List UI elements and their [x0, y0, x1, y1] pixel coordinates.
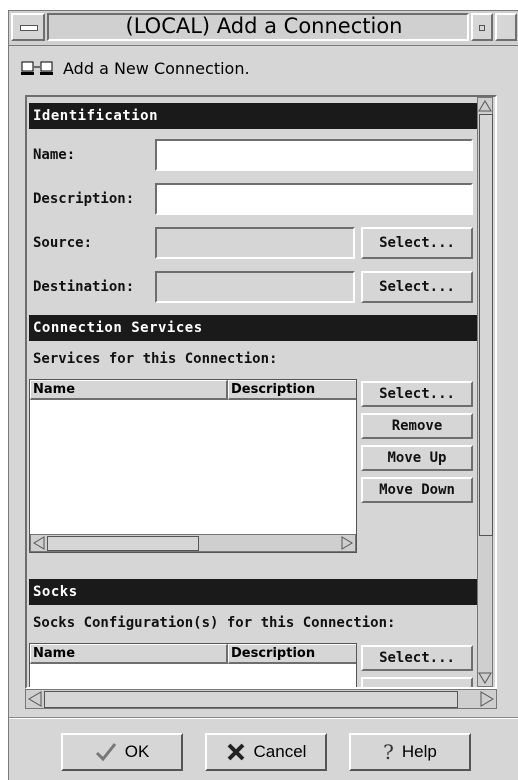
scroll-up-icon[interactable] — [478, 99, 492, 113]
socks-col-name[interactable]: Name — [30, 644, 228, 664]
socks-subtitle: Socks Configuration(s) for this Connecti… — [33, 615, 396, 631]
services-remove-button[interactable]: Remove — [361, 413, 473, 439]
minimize-button[interactable] — [471, 13, 493, 41]
window-menu-icon — [20, 25, 38, 31]
help-label: Help — [401, 742, 437, 761]
panel-vscrollbar[interactable] — [477, 97, 493, 687]
services-move-up-button[interactable]: Move Up — [361, 445, 473, 471]
source-label: Source: — [33, 235, 93, 251]
minimize-icon — [479, 25, 485, 31]
destination-select-button[interactable]: Select... — [361, 271, 473, 303]
description-label: Description: — [33, 191, 135, 207]
source-field — [155, 227, 355, 259]
ok-button[interactable]: OK — [61, 733, 183, 771]
name-label: Name: — [33, 147, 76, 163]
destination-label: Destination: — [33, 279, 135, 295]
header-text: Add a New Connection. — [63, 59, 250, 78]
dialog-window: (LOCAL) Add a Connection Add a New Conne… — [8, 10, 518, 780]
network-computers-icon — [21, 61, 53, 75]
ok-label: OK — [124, 742, 150, 761]
description-field[interactable] — [155, 183, 473, 215]
footer-separator — [9, 717, 518, 719]
scroll-down-icon[interactable] — [478, 671, 492, 685]
socks-list[interactable]: Name Description — [29, 643, 357, 687]
form-panel: Identification Name: Description: Source… — [27, 97, 493, 687]
checkmark-icon — [95, 743, 116, 762]
services-list[interactable]: Name Description — [29, 379, 357, 553]
connection-services-section-header: Connection Services — [29, 315, 477, 341]
dialog-header: Add a New Connection. — [21, 59, 501, 83]
question-mark-icon: ? — [383, 740, 394, 764]
services-col-description[interactable]: Description — [228, 380, 356, 400]
scroll-left-icon[interactable] — [32, 536, 46, 550]
socks-next-button[interactable] — [361, 677, 473, 687]
title-bar: (LOCAL) Add a Connection — [9, 11, 518, 46]
socks-select-button[interactable]: Select... — [361, 645, 473, 671]
maximize-button[interactable] — [495, 13, 517, 41]
window-menu-button[interactable] — [11, 13, 45, 41]
services-select-button[interactable]: Select... — [361, 381, 473, 407]
cancel-label: Cancel — [253, 742, 307, 761]
window-title: (LOCAL) Add a Connection — [125, 14, 403, 38]
scroll-right-icon[interactable] — [479, 691, 495, 707]
source-select-button[interactable]: Select... — [361, 227, 473, 259]
panel-vscroll-thumb[interactable] — [479, 114, 493, 536]
identification-section-header: Identification — [29, 103, 477, 129]
panel-hscroll-thumb[interactable] — [44, 691, 458, 708]
services-col-name[interactable]: Name — [30, 380, 228, 400]
cancel-button[interactable]: Cancel — [205, 733, 327, 771]
services-subtitle: Services for this Connection: — [33, 351, 278, 367]
panel-hscrollbar[interactable] — [25, 689, 497, 709]
destination-field — [155, 271, 355, 303]
scroll-right-icon[interactable] — [340, 536, 354, 550]
services-hscroll-thumb[interactable] — [47, 536, 199, 551]
services-hscrollbar[interactable] — [30, 534, 356, 552]
socks-section-header: Socks — [29, 579, 477, 605]
help-button[interactable]: ? Help — [349, 733, 471, 771]
scroll-left-icon[interactable] — [27, 691, 43, 707]
services-move-down-button[interactable]: Move Down — [361, 477, 473, 503]
x-mark-icon — [227, 743, 244, 761]
socks-col-description[interactable]: Description — [228, 644, 356, 664]
name-field[interactable] — [155, 139, 473, 171]
